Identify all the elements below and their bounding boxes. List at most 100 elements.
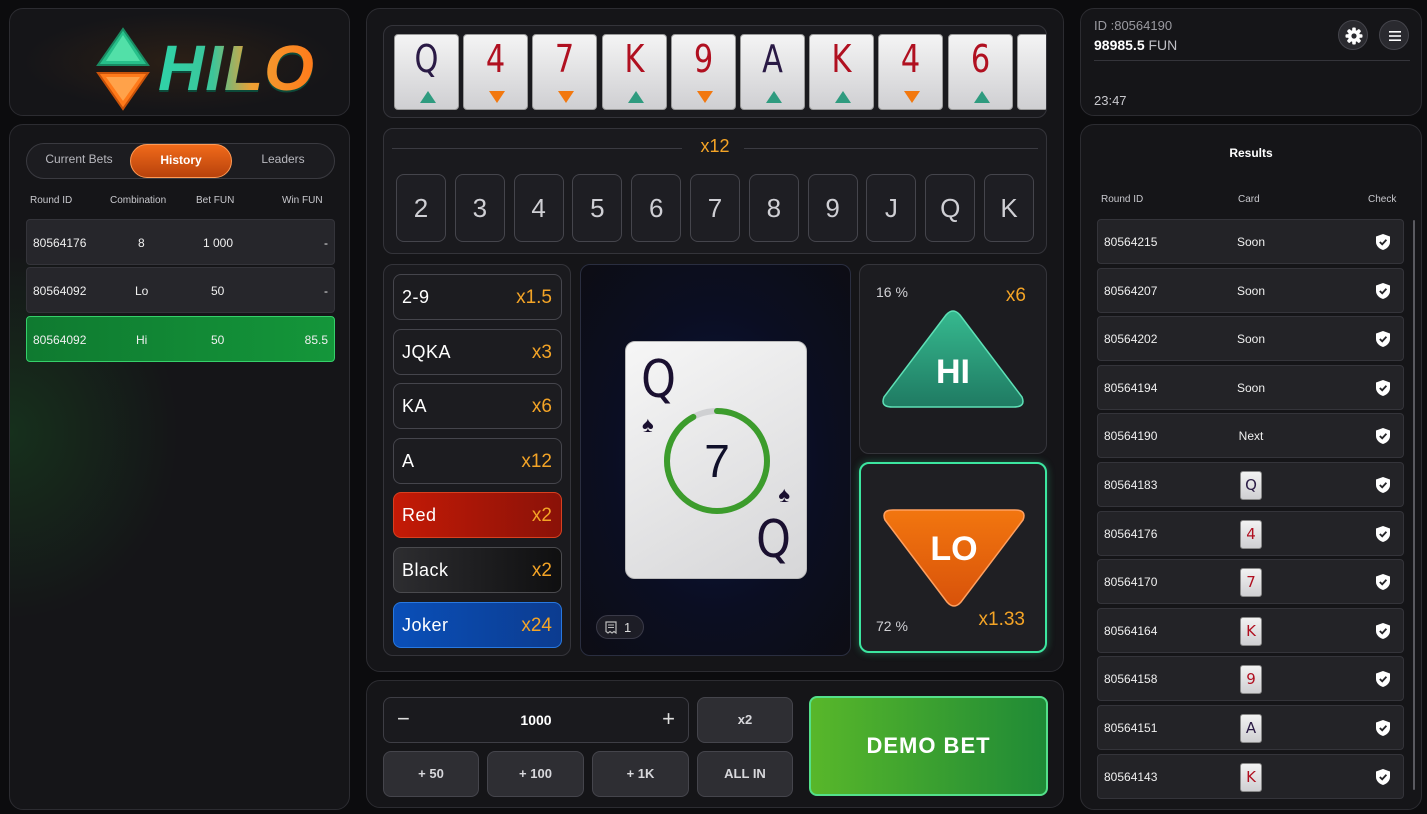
- shield-check-icon[interactable]: [1375, 427, 1391, 445]
- result-round-id: 80564215: [1104, 235, 1158, 249]
- add-1k-button[interactable]: + 1K: [592, 751, 689, 797]
- shield-check-icon[interactable]: [1375, 622, 1391, 640]
- shield-check-icon[interactable]: [1375, 282, 1391, 300]
- side-bet-jqka[interactable]: JQKA x3: [393, 328, 562, 375]
- shield-check-icon[interactable]: [1375, 330, 1391, 348]
- result-row[interactable]: 80564158 9: [1097, 656, 1404, 702]
- tab-current-bets[interactable]: Current Bets: [27, 144, 131, 178]
- result-round-id: 80564183: [1104, 478, 1158, 492]
- lo-button[interactable]: LO 72 % x1.33: [859, 462, 1047, 653]
- side-bet-a[interactable]: Ax12: [393, 437, 562, 484]
- rank-button-j[interactable]: J: [866, 174, 917, 242]
- rank-multiplier: x12: [700, 136, 730, 156]
- col-card: Card: [1238, 194, 1260, 205]
- result-status: Soon: [1236, 235, 1266, 249]
- side-bet-label: Black: [402, 560, 449, 580]
- row-round: 80564092: [33, 333, 87, 347]
- result-row[interactable]: 80564215 Soon: [1097, 219, 1404, 264]
- result-status: Soon: [1236, 332, 1266, 347]
- shield-check-icon[interactable]: [1375, 719, 1391, 737]
- history-card: K: [601, 34, 667, 110]
- lo-arrow-icon: [489, 91, 506, 103]
- card-rank: K: [831, 37, 852, 81]
- spade-icon: ♠: [778, 482, 790, 507]
- result-row[interactable]: 80564176 4: [1097, 510, 1404, 556]
- side-bet-label: JQKA: [402, 341, 452, 362]
- add-50-button[interactable]: + 50: [383, 751, 479, 797]
- col-round-id: Round ID: [1101, 194, 1144, 205]
- col-win: Win FUN: [282, 195, 323, 206]
- col-check: Check: [1368, 194, 1397, 205]
- hi-button[interactable]: 16 % x6 HI: [859, 264, 1047, 454]
- bet-amount-value[interactable]: 1000: [384, 712, 688, 728]
- card-rank: A: [762, 37, 783, 81]
- result-row[interactable]: 80564143 K: [1097, 753, 1404, 799]
- side-bet-label: Red: [402, 505, 437, 526]
- result-row[interactable]: 80564151 A: [1097, 705, 1404, 750]
- row-bet: 50: [211, 284, 225, 298]
- tab-history[interactable]: History: [130, 144, 232, 178]
- result-round-id: 80564170: [1104, 575, 1158, 590]
- results-panel: Results Round ID Card Check 80564215 Soon…: [1080, 124, 1422, 810]
- shield-check-icon[interactable]: [1375, 379, 1391, 397]
- shield-check-icon[interactable]: [1375, 768, 1391, 786]
- card-rank: 6: [970, 37, 990, 81]
- add-100-button[interactable]: + 100: [487, 751, 584, 797]
- side-bet-black[interactable]: Black x2: [393, 547, 562, 593]
- result-row[interactable]: 80564194 Soon: [1097, 364, 1404, 410]
- hi-arrow-icon: [420, 91, 436, 103]
- card-rank: 7: [555, 37, 575, 81]
- side-bet-red[interactable]: Red x2: [393, 492, 562, 539]
- history-card: [1016, 34, 1046, 110]
- hamburger-menu-icon: [1389, 31, 1401, 41]
- rank-button-6[interactable]: 6: [631, 174, 682, 242]
- rank-button-3[interactable]: 3: [454, 174, 505, 242]
- result-row[interactable]: 80564202 Soon: [1097, 316, 1404, 362]
- rank-button-5[interactable]: 5: [572, 174, 623, 242]
- result-round-id: 80564143: [1104, 769, 1158, 784]
- tab-leaders[interactable]: Leaders: [232, 144, 334, 178]
- balance-value: 98985.5: [1094, 37, 1145, 53]
- side-bet-multiplier: x12: [521, 450, 552, 472]
- result-card: 4: [1240, 519, 1262, 549]
- result-row[interactable]: 80564164 K: [1097, 607, 1404, 653]
- rank-button-7[interactable]: 7: [690, 174, 740, 242]
- shield-check-icon[interactable]: [1375, 525, 1391, 543]
- current-card: Q ♠ 7 ♠ Q: [625, 341, 807, 579]
- rank-button-9[interactable]: 9: [807, 174, 858, 242]
- settings-button[interactable]: [1338, 20, 1368, 50]
- demo-bet-button[interactable]: DEMO BET: [809, 696, 1048, 796]
- all-in-button[interactable]: ALL IN: [697, 751, 793, 797]
- rank-button-2[interactable]: 2: [396, 174, 446, 242]
- shield-check-icon[interactable]: [1375, 233, 1391, 251]
- increase-bet-button[interactable]: +: [662, 706, 675, 732]
- result-card: 9: [1240, 665, 1262, 695]
- rank-button-k[interactable]: K: [984, 174, 1034, 242]
- shield-check-icon[interactable]: [1375, 476, 1391, 494]
- row-combo: 8: [138, 236, 145, 250]
- history-card: 7: [532, 34, 598, 110]
- side-bet-ka[interactable]: KA x6: [393, 383, 562, 430]
- shield-check-icon[interactable]: [1375, 573, 1391, 591]
- bets-tabs: Current Bets History Leaders: [26, 143, 335, 179]
- menu-button[interactable]: [1379, 20, 1409, 50]
- side-bet-label: KA: [402, 396, 428, 417]
- rank-button-8[interactable]: 8: [748, 174, 799, 242]
- lo-percent: 72 %: [876, 618, 908, 634]
- col-combination: Combination: [110, 195, 167, 206]
- hi-percent: 16 %: [876, 284, 908, 300]
- shield-check-icon[interactable]: [1375, 670, 1391, 688]
- side-bet-29[interactable]: 2-9 x1.5: [393, 274, 562, 320]
- result-row[interactable]: 80564207 Soon: [1097, 267, 1404, 313]
- scrollbar[interactable]: [1413, 220, 1415, 790]
- result-row[interactable]: 80564190 Next: [1097, 413, 1404, 459]
- rank-button-q[interactable]: Q: [925, 174, 976, 242]
- card-rank: K: [624, 37, 645, 81]
- side-bet-multiplier: x6: [531, 396, 552, 418]
- double-bet-button[interactable]: x2: [697, 697, 793, 743]
- rank-button-4[interactable]: 4: [513, 174, 564, 242]
- result-row[interactable]: 80564183 Q: [1097, 462, 1404, 507]
- side-bet-joker[interactable]: Joker x24: [393, 601, 562, 648]
- row-combo: Hi: [136, 333, 148, 347]
- result-row[interactable]: 80564170 7: [1097, 559, 1404, 605]
